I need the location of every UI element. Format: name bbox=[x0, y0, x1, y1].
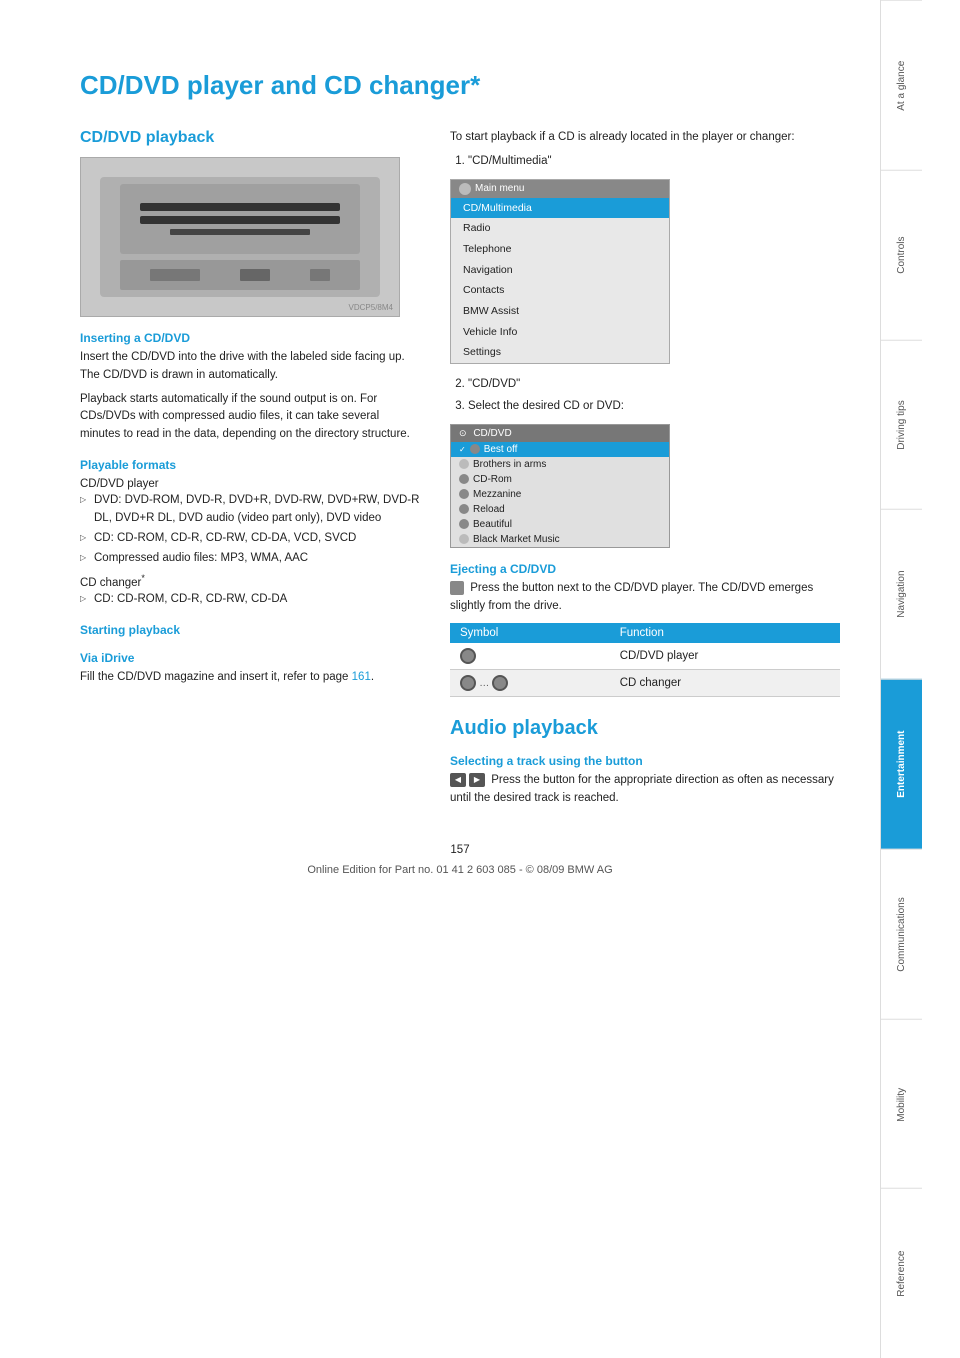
sidebar-tab-mobility[interactable]: Mobility bbox=[881, 1019, 922, 1189]
prev-btn: ◀ bbox=[450, 773, 466, 787]
via-idrive-text: Fill the CD/DVD magazine and insert it, … bbox=[80, 669, 420, 687]
page-title: CD/DVD player and CD changer* bbox=[80, 70, 840, 101]
dvd-formats-list: DVD: DVD-ROM, DVD-R, DVD+R, DVD-RW, DVD+… bbox=[80, 492, 420, 567]
right-sidebar: At a glance Controls Driving tips Naviga… bbox=[880, 0, 922, 1358]
starting-playback-heading: Starting playback bbox=[80, 623, 420, 637]
device-image: VDCP5/8M4 bbox=[80, 157, 400, 317]
eject-icon bbox=[450, 581, 464, 595]
cd-menu-item-mezzanine: Mezzanine bbox=[451, 487, 669, 502]
menu-item-radio: Radio bbox=[451, 218, 669, 239]
menu-item-vehicle-info: Vehicle Info bbox=[451, 322, 669, 343]
step-1: "CD/Multimedia" bbox=[468, 153, 840, 171]
symbol-col-header: Symbol bbox=[450, 623, 610, 643]
menu-item-settings: Settings bbox=[451, 342, 669, 363]
ejecting-heading: Ejecting a CD/DVD bbox=[450, 562, 840, 576]
sidebar-tab-at-a-glance[interactable]: At a glance bbox=[881, 0, 922, 170]
main-menu-screenshot: Main menu CD/Multimedia Radio Telephone … bbox=[450, 179, 670, 365]
next-btn: ▶ bbox=[469, 773, 485, 787]
device-image-inner bbox=[100, 177, 380, 297]
menu-item-cd-multimedia: CD/Multimedia bbox=[451, 198, 669, 219]
cd-icon-3 bbox=[459, 474, 469, 484]
cd-slot-3 bbox=[170, 229, 310, 235]
menu-header-label: Main menu bbox=[475, 183, 524, 194]
two-column-layout: CD/DVD playback bbox=[80, 129, 840, 814]
cd-menu-item-beautiful: Beautiful bbox=[451, 517, 669, 532]
menu-item-bmw-assist: BMW Assist bbox=[451, 301, 669, 322]
sidebar-tab-entertainment[interactable]: Entertainment bbox=[881, 679, 922, 849]
selecting-track-text: ◀ ▶ Press the button for the appropriate… bbox=[450, 772, 840, 808]
page-container: CD/DVD player and CD changer* CD/DVD pla… bbox=[0, 0, 960, 1358]
disc-range-symbol-icon bbox=[460, 675, 476, 691]
symbol-cell-1 bbox=[450, 643, 610, 670]
selecting-track-heading: Selecting a track using the button bbox=[450, 754, 840, 768]
audio-section: Audio playback Selecting a track using t… bbox=[450, 717, 840, 808]
cd-menu-item-reload: Reload bbox=[451, 502, 669, 517]
cd-icon-1 bbox=[470, 444, 480, 454]
cd-menu-item-brothers: Brothers in arms bbox=[451, 457, 669, 472]
cd-icon-7 bbox=[459, 534, 469, 544]
disc-range-end-icon bbox=[492, 675, 508, 691]
cd-dvd-playback-heading: CD/DVD playback bbox=[80, 129, 420, 147]
device-label: VDCP5/8M4 bbox=[349, 303, 393, 312]
menu-item-contacts: Contacts bbox=[451, 280, 669, 301]
menu-item-navigation: Navigation bbox=[451, 260, 669, 281]
footer-text: Online Edition for Part no. 01 41 2 603 … bbox=[80, 864, 840, 876]
inserting-text-2: Playback starts automatically if the sou… bbox=[80, 391, 420, 444]
step-2: "CD/DVD" bbox=[468, 376, 840, 394]
menu-header: Main menu bbox=[451, 180, 669, 198]
sidebar-tab-controls[interactable]: Controls bbox=[881, 170, 922, 340]
table-row: CD/DVD player bbox=[450, 643, 840, 670]
inserting-text-1: Insert the CD/DVD into the drive with th… bbox=[80, 349, 420, 385]
sidebar-tab-communications[interactable]: Communications bbox=[881, 849, 922, 1019]
menu-item-telephone: Telephone bbox=[451, 239, 669, 260]
cd-menu-item-cdrom: CD-Rom bbox=[451, 472, 669, 487]
cd-slot-1 bbox=[140, 203, 340, 211]
left-column: CD/DVD playback bbox=[80, 129, 420, 814]
steps-list: "CD/Multimedia" bbox=[450, 153, 840, 171]
asterisk: * bbox=[141, 573, 145, 583]
cd-dvd-player-label: CD/DVD player bbox=[80, 478, 420, 490]
sidebar-tab-navigation[interactable]: Navigation bbox=[881, 509, 922, 679]
step-3: Select the desired CD or DVD: bbox=[468, 398, 840, 416]
cd-icon-2 bbox=[459, 459, 469, 469]
page-number: 157 bbox=[80, 844, 840, 856]
cd-icon-5 bbox=[459, 504, 469, 514]
cd-icon-6 bbox=[459, 519, 469, 529]
symbol-cell-2: … bbox=[450, 670, 610, 697]
cd-changer-formats-item: CD: CD-ROM, CD-R, CD-RW, CD-DA bbox=[80, 591, 420, 609]
cd-changer-label: CD changer* bbox=[80, 573, 420, 589]
main-content: CD/DVD player and CD changer* CD/DVD pla… bbox=[0, 0, 880, 1358]
via-idrive-heading: Via iDrive bbox=[80, 651, 420, 665]
dvd-formats-item: DVD: DVD-ROM, DVD-R, DVD+R, DVD-RW, DVD+… bbox=[80, 492, 420, 528]
nav-buttons: ◀ ▶ bbox=[450, 773, 485, 787]
table-row: … CD changer bbox=[450, 670, 840, 697]
sidebar-tab-reference[interactable]: Reference bbox=[881, 1188, 922, 1358]
intro-text: To start playback if a CD is already loc… bbox=[450, 129, 840, 147]
cd-menu-item-best-off: ✓ Best off bbox=[451, 442, 669, 457]
cd-formats-item: CD: CD-ROM, CD-R, CD-RW, CD-DA, VCD, SVC… bbox=[80, 530, 420, 548]
cd-menu-header-label: CD/DVD bbox=[473, 428, 511, 439]
menu-icon bbox=[459, 183, 471, 195]
inserting-heading: Inserting a CD/DVD bbox=[80, 331, 420, 345]
function-cell-1: CD/DVD player bbox=[610, 643, 840, 670]
symbol-table: Symbol Function CD/DVD player bbox=[450, 623, 840, 697]
playable-formats-heading: Playable formats bbox=[80, 458, 420, 472]
sidebar-tab-driving-tips[interactable]: Driving tips bbox=[881, 340, 922, 510]
range-dots: … bbox=[479, 678, 489, 689]
steps-list-2: "CD/DVD" Select the desired CD or DVD: bbox=[450, 376, 840, 416]
cd-icon-4 bbox=[459, 489, 469, 499]
page-link-161[interactable]: 161 bbox=[352, 671, 371, 683]
ejecting-text: Press the button next to the CD/DVD play… bbox=[450, 580, 840, 616]
cd-menu-item-black-market: Black Market Music bbox=[451, 532, 669, 547]
right-column: To start playback if a CD is already loc… bbox=[450, 129, 840, 814]
cd-menu-header: ⊙ CD/DVD bbox=[451, 425, 669, 442]
cd-menu-screenshot: ⊙ CD/DVD ✓ Best off Brothers in arms bbox=[450, 424, 670, 548]
cd-slot-2 bbox=[140, 216, 340, 224]
function-col-header: Function bbox=[610, 623, 840, 643]
function-cell-2: CD changer bbox=[610, 670, 840, 697]
disc-symbol-icon bbox=[460, 648, 476, 664]
compressed-formats-item: Compressed audio files: MP3, WMA, AAC bbox=[80, 550, 420, 568]
audio-playback-heading: Audio playback bbox=[450, 717, 840, 740]
cd-changer-list: CD: CD-ROM, CD-R, CD-RW, CD-DA bbox=[80, 591, 420, 609]
